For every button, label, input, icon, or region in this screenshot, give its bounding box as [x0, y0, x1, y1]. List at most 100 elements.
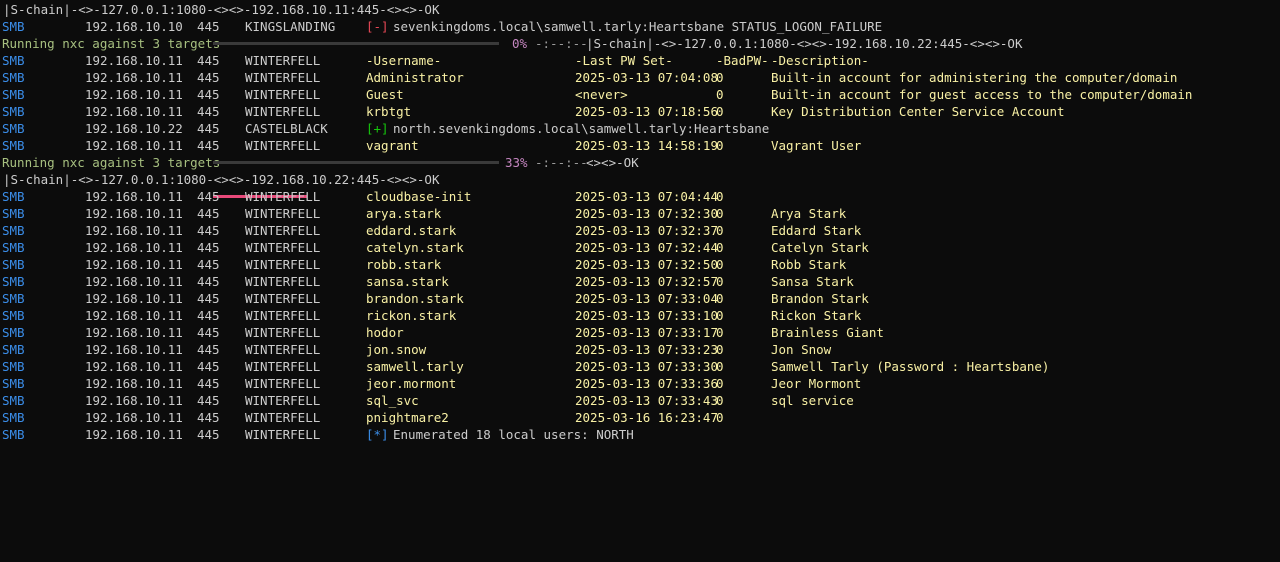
table-row: SMB 192.168.10.11 445 WINTERFELL cloudbase-i… [0, 188, 1280, 205]
table-row: SMB 192.168.10.11 445 WINTERFELL rickon.star… [0, 307, 1280, 324]
ip-address: 192.168.10.11 [85, 393, 183, 408]
ip-address: 192.168.10.11 [85, 325, 183, 340]
status-tag-fail: [-] [366, 19, 389, 34]
username: Administrator [366, 70, 464, 85]
port: 445 [197, 359, 220, 374]
bad-pw-count: 0 [716, 87, 724, 102]
hostname: WINTERFELL [245, 206, 321, 221]
bad-pw-count: 0 [716, 325, 724, 340]
protocol: SMB [2, 393, 25, 408]
username: jeor.mormont [366, 376, 457, 391]
port: 445 [197, 189, 220, 204]
port: 445 [197, 257, 220, 272]
hostname: WINTERFELL [245, 274, 321, 289]
username: jon.snow [366, 342, 427, 357]
bad-pw-count: 0 [716, 240, 724, 255]
username: pnightmare2 [366, 410, 449, 425]
proxy-line: |S-chain|-<>-127.0.0.1:1080-<><>-192.168… [3, 172, 440, 187]
port: 445 [197, 138, 220, 153]
last-pw-set: 2025-03-13 07:33:36 [575, 376, 718, 391]
port: 445 [197, 104, 220, 119]
last-pw-set: 2025-03-13 07:32:44 [575, 240, 718, 255]
username: samwell.tarly [366, 359, 464, 374]
ip-address: 192.168.10.11 [85, 189, 183, 204]
ip-address: 192.168.10.11 [85, 410, 183, 425]
protocol: SMB [2, 189, 25, 204]
hostname: WINTERFELL [245, 70, 321, 85]
ip-address: 192.168.10.11 [85, 104, 183, 119]
bad-pw-count: 0 [716, 70, 724, 85]
hostname: WINTERFELL [245, 53, 321, 68]
table-row: SMB 192.168.10.11 445 WINTERFELL brandon.sta… [0, 290, 1280, 307]
ip-address: 192.168.10.11 [85, 257, 183, 272]
table-row: SMB 192.168.10.11 445 WINTERFELL pnightmare2… [0, 409, 1280, 426]
last-pw-set: 2025-03-13 07:33:23 [575, 342, 718, 357]
protocol: SMB [2, 53, 25, 68]
last-pw-set: 2025-03-13 07:33:04 [575, 291, 718, 306]
description: Robb Stark [771, 257, 847, 272]
username: hodor [366, 325, 404, 340]
terminal-window[interactable]: |S-chain|-<>-127.0.0.1:1080-<><>-192.168… [0, 0, 1280, 449]
port: 445 [197, 325, 220, 340]
table-row: SMB 192.168.10.11 445 WINTERFELL arya.stark 2… [0, 205, 1280, 222]
port: 445 [197, 393, 220, 408]
protocol: SMB [2, 240, 25, 255]
last-pw-set: 2025-03-13 14:58:19 [575, 138, 718, 153]
progress-bar [213, 161, 499, 198]
port: 445 [197, 223, 220, 238]
hostname: WINTERFELL [245, 104, 321, 119]
progress-bar [213, 42, 499, 45]
username: rickon.stark [366, 308, 457, 323]
username: arya.stark [366, 206, 442, 221]
port: 445 [197, 121, 220, 136]
description: Built-in account for administering the c… [771, 70, 1178, 85]
table-row: SMB 192.168.10.11 445 WINTERFELL vagrant 2025… [0, 137, 1280, 154]
protocol: SMB [2, 257, 25, 272]
ip-address: 192.168.10.11 [85, 376, 183, 391]
ip-address: 192.168.10.11 [85, 291, 183, 306]
login-success-line: SMB 192.168.10.22 445 CASTELBLACK [+] no… [0, 120, 1280, 137]
table-row: SMB 192.168.10.11 445 WINTERFELL krbtgt 2025-… [0, 103, 1280, 120]
table-row: SMB 192.168.10.11 445 WINTERFELL robb.stark 2… [0, 256, 1280, 273]
last-pw-set: 2025-03-13 07:33:43 [575, 393, 718, 408]
username: krbtgt [366, 104, 412, 119]
protocol: SMB [2, 359, 25, 374]
port: 445 [197, 70, 220, 85]
column-username: -Username- [366, 53, 442, 68]
last-pw-set: 2025-03-16 16:23:47 [575, 410, 718, 425]
column-description: -Description- [771, 53, 869, 68]
hostname: WINTERFELL [245, 189, 321, 204]
last-pw-set: 2025-03-13 07:32:57 [575, 274, 718, 289]
bad-pw-count: 0 [716, 138, 724, 153]
last-pw-set: 2025-03-13 07:18:56 [575, 104, 718, 119]
hostname: WINTERFELL [245, 359, 321, 374]
ip-address: 192.168.10.11 [85, 70, 183, 85]
hostname: WINTERFELL [245, 291, 321, 306]
username: robb.stark [366, 257, 442, 272]
table-row: SMB 192.168.10.11 445 WINTERFELL sql_svc 2025… [0, 392, 1280, 409]
table-row: SMB 192.168.10.11 445 WINTERFELL hodor 2025-0… [0, 324, 1280, 341]
bad-pw-count: 0 [716, 223, 724, 238]
last-pw-set: 2025-03-13 07:32:30 [575, 206, 718, 221]
ip-address: 192.168.10.11 [85, 427, 183, 442]
progress-line: Running nxc against 3 targets 0% -:--:--… [0, 35, 1280, 52]
ip-address: 192.168.10.22 [85, 121, 183, 136]
bad-pw-count: 0 [716, 308, 724, 323]
hostname: WINTERFELL [245, 410, 321, 425]
description: Vagrant User [771, 138, 862, 153]
status-tag-success: [+] [366, 121, 389, 136]
username: catelyn.stark [366, 240, 464, 255]
last-pw-set: 2025-03-13 07:32:37 [575, 223, 718, 238]
protocol: SMB [2, 342, 25, 357]
progress-percent: 0% [512, 36, 528, 51]
protocol: SMB [2, 138, 25, 153]
table-row: SMB 192.168.10.11 445 WINTERFELL sansa.stark… [0, 273, 1280, 290]
protocol: SMB [2, 70, 25, 85]
protocol: SMB [2, 427, 25, 442]
column-bad-pw: -BadPW- [716, 53, 769, 68]
ip-address: 192.168.10.11 [85, 274, 183, 289]
login-failure-line: SMB 192.168.10.10 445 KINGSLANDING [-] s… [0, 18, 1280, 35]
ip-address: 192.168.10.11 [85, 359, 183, 374]
status-message: sevenkingdoms.local\samwell.tarly:Hearts… [393, 19, 883, 34]
hostname: CASTELBLACK [245, 121, 328, 136]
